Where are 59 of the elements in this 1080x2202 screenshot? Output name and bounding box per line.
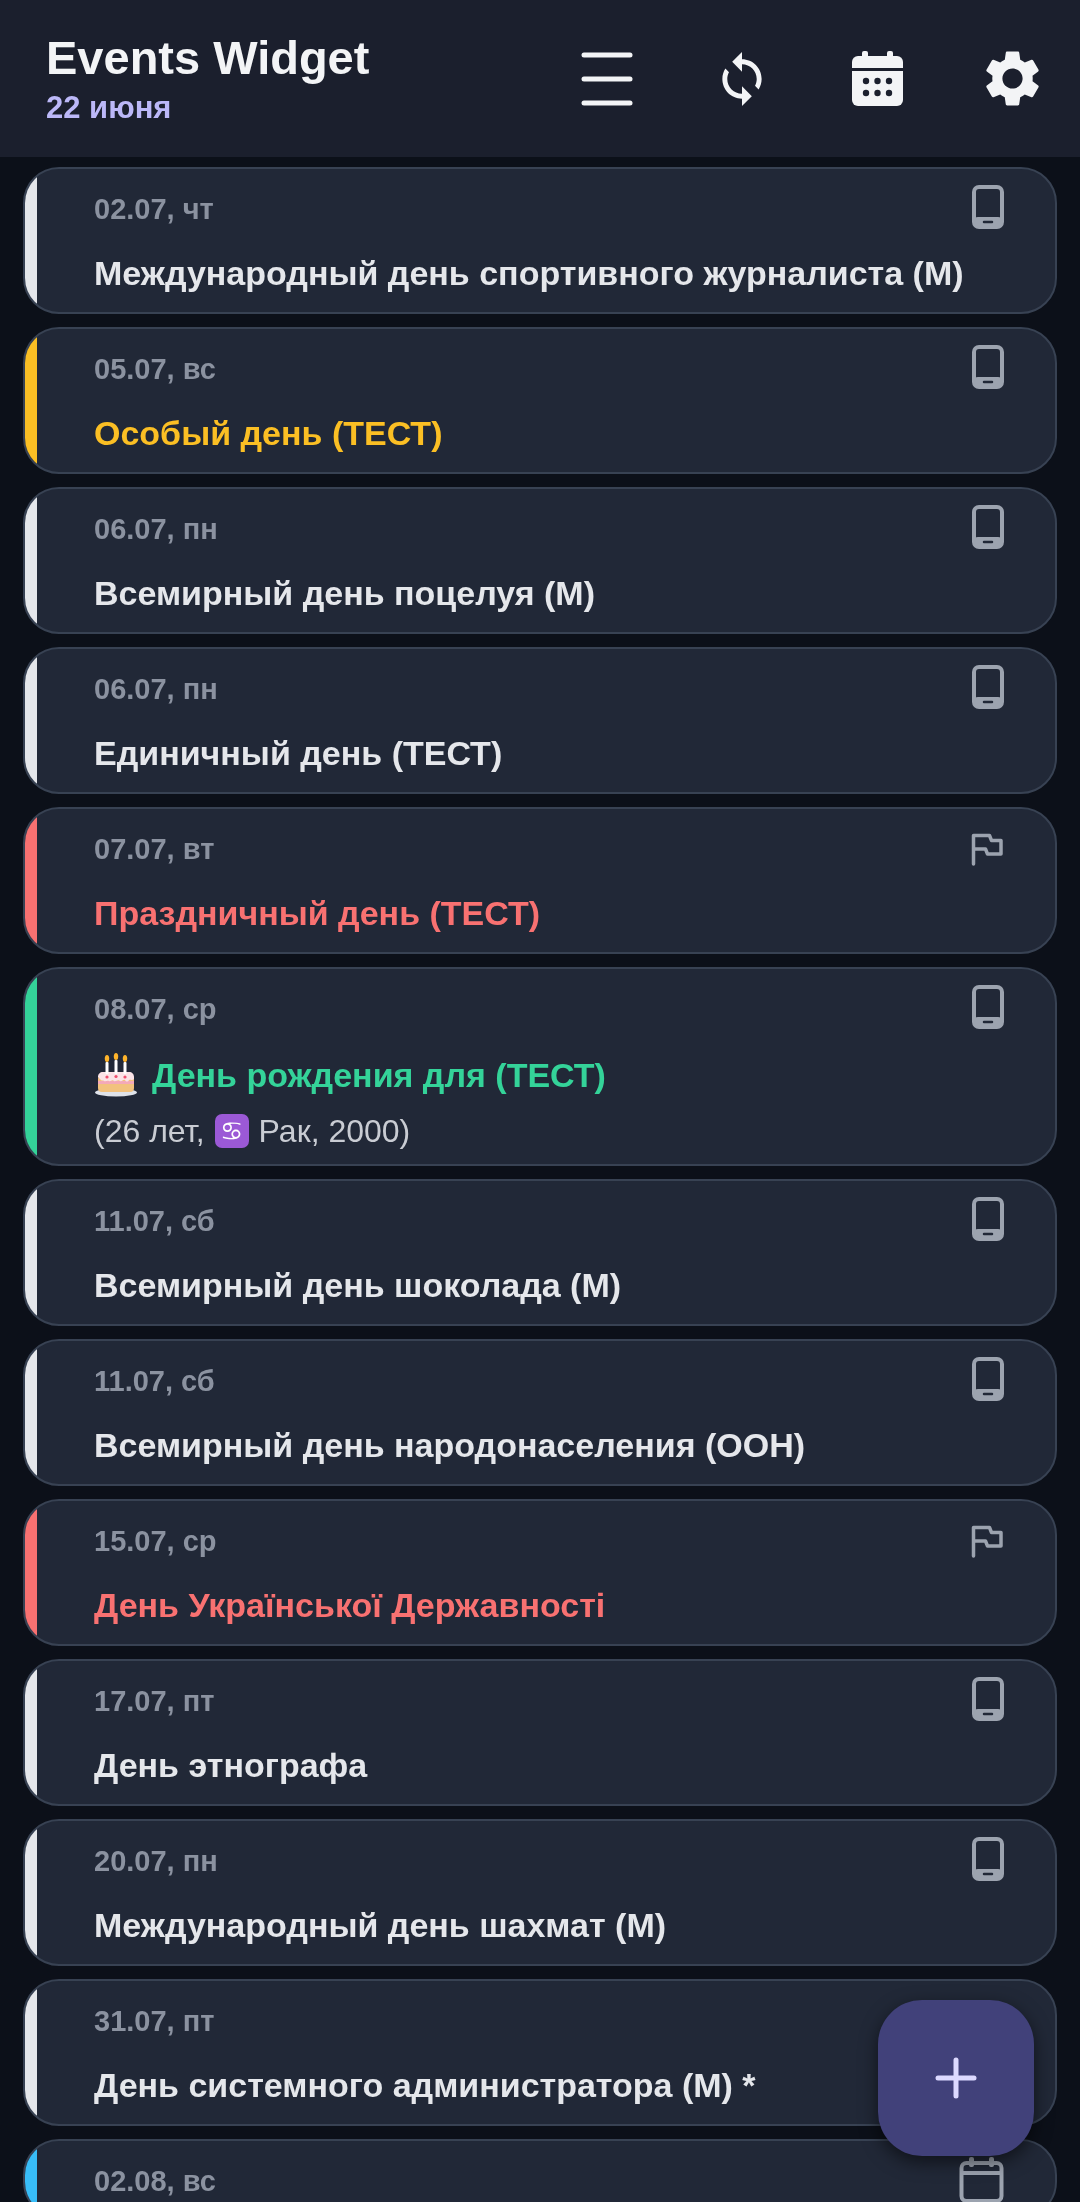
event-title: День этнографа xyxy=(94,1745,368,1786)
event-date: 05.07, вс xyxy=(94,352,216,386)
event-card[interactable]: 11.07, сб Всемирный день шоколада (М) xyxy=(23,1179,1057,1326)
calendar-icon xyxy=(959,2157,1004,2202)
phone-icon xyxy=(972,1677,1004,1721)
event-title: День системного администратора (М) * xyxy=(94,2065,756,2106)
app-title: Events Widget xyxy=(46,29,370,86)
event-date: 11.07, сб xyxy=(94,1204,215,1238)
event-date: 07.07, вт xyxy=(94,832,215,866)
event-title: Праздничный день (ТЕСТ) xyxy=(94,893,541,934)
event-date: 02.08, вс xyxy=(94,2164,216,2198)
event-date: 31.07, пт xyxy=(94,2004,215,2038)
event-date: 06.07, пн xyxy=(94,512,218,546)
event-card[interactable]: 15.07, ср День Української Державності xyxy=(23,1499,1057,1646)
event-date: 15.07, ср xyxy=(94,1524,217,1558)
event-card[interactable]: 20.07, пн Международный день шахмат (М) xyxy=(23,1819,1057,1966)
event-title: Особый день (ТЕСТ) xyxy=(94,413,443,454)
details-text: Рак, 2000) xyxy=(258,1114,411,1148)
event-date: 02.07, чт xyxy=(94,192,214,226)
menu-icon xyxy=(581,51,633,106)
event-title: День Української Державності xyxy=(94,1585,606,1626)
phone-icon xyxy=(972,185,1004,229)
event-title: Международный день шахмат (М) xyxy=(94,1905,667,1946)
phone-icon xyxy=(972,505,1004,549)
phone-icon xyxy=(972,345,1004,389)
event-title: День рождения для (ТЕСТ) xyxy=(152,1055,606,1096)
event-date: 11.07, сб xyxy=(94,1364,215,1398)
event-card[interactable]: 02.07, чт Международный день спортивного журналиста (М) xyxy=(23,167,1057,314)
current-date: 22 июня xyxy=(46,88,173,127)
phone-icon xyxy=(972,665,1004,709)
phone-icon xyxy=(972,1197,1004,1241)
settings-icon xyxy=(984,51,1040,106)
event-date: 06.07, пн xyxy=(94,672,218,706)
flag-icon xyxy=(970,1524,1004,1558)
flag-icon xyxy=(970,832,1004,866)
event-card[interactable]: 02.08, вс xyxy=(23,2139,1057,2202)
plus-icon xyxy=(935,2057,977,2099)
event-title: Всемирный день поцелуя (М) xyxy=(94,573,596,614)
event-card[interactable]: 17.07, пт День этнографа xyxy=(23,1659,1057,1806)
zodiac-sign-icon: ♋ xyxy=(214,1114,249,1148)
event-card[interactable]: 05.07, вс Особый день (ТЕСТ) xyxy=(23,327,1057,474)
phone-icon xyxy=(972,1837,1004,1881)
event-title: Всемирный день шоколада (М) xyxy=(94,1265,622,1306)
event-card[interactable]: 08.07, ср День рождения для (ТЕСТ) (26 лет, ♋ Рак, 2000) xyxy=(23,967,1057,1166)
phone-icon xyxy=(972,1357,1004,1401)
event-title: Международный день спортивного журналиста (М) xyxy=(94,253,964,294)
event-card[interactable]: 06.07, пн Всемирный день поцелуя (М) xyxy=(23,487,1057,634)
details-text: (26 лет, xyxy=(94,1114,205,1148)
event-card[interactable]: 11.07, сб Всемирный день народонаселения (ООН) xyxy=(23,1339,1057,1486)
phone-icon xyxy=(972,985,1004,1029)
event-card[interactable]: 07.07, вт Праздничный день (ТЕСТ) xyxy=(23,807,1057,954)
event-date: 20.07, пн xyxy=(94,1844,218,1878)
sync-icon xyxy=(720,51,764,106)
event-date: 17.07, пт xyxy=(94,1684,215,1718)
event-date: 08.07, ср xyxy=(94,992,217,1026)
event-card[interactable]: 06.07, пн Единичный день (ТЕСТ) xyxy=(23,647,1057,794)
event-title: Всемирный день народонаселения (ООН) xyxy=(94,1425,806,1466)
event-title: Единичный день (ТЕСТ) xyxy=(94,733,503,774)
calendar-icon xyxy=(851,51,903,106)
